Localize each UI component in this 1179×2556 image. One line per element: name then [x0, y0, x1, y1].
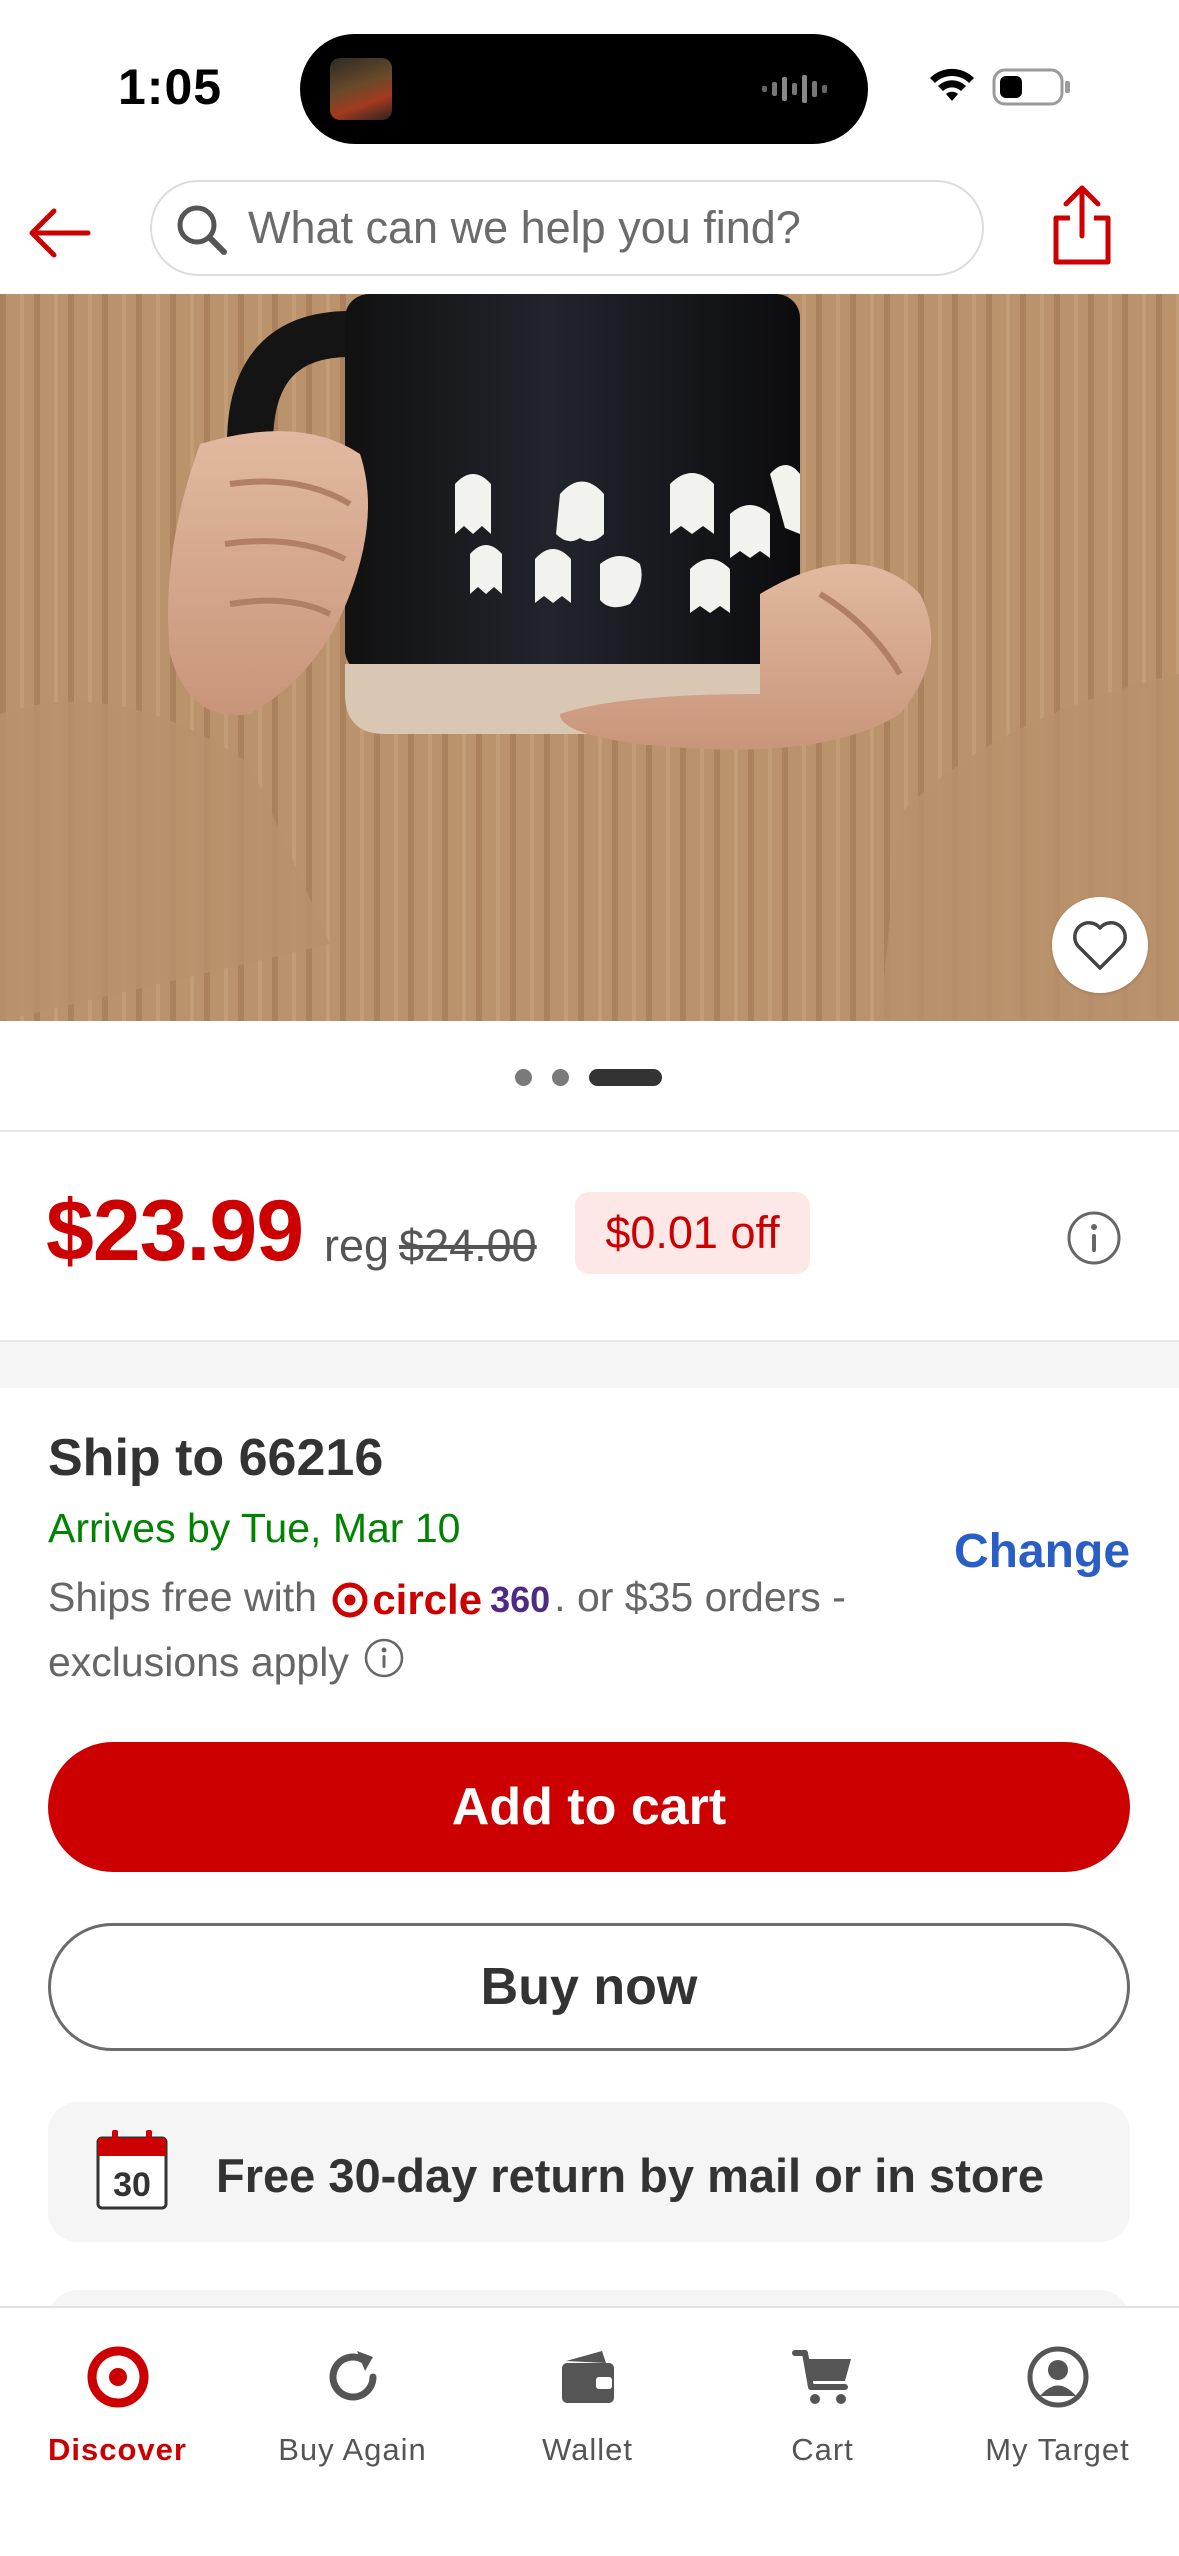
carousel-dot[interactable]	[515, 1069, 532, 1086]
favorite-button[interactable]	[1052, 897, 1148, 993]
nav-discover[interactable]: Discover	[0, 2328, 235, 2478]
divider	[0, 1130, 1179, 1132]
current-price: $23.99	[46, 1183, 304, 1279]
price-info-button[interactable]	[1066, 1210, 1122, 1266]
image-carousel-indicator[interactable]	[0, 1060, 1179, 1094]
header	[0, 170, 1179, 294]
wifi-icon	[930, 68, 974, 101]
free-shipping-note: Ships free with circle 360 . or $35 order…	[48, 1566, 888, 1696]
nav-buy-again[interactable]: Buy Again	[235, 2328, 470, 2478]
bullseye-icon	[87, 2346, 148, 2408]
nav-label: My Target	[985, 2432, 1130, 2467]
nav-label: Buy Again	[278, 2432, 427, 2467]
wallet-icon	[561, 2351, 614, 2403]
nav-cart[interactable]: Cart	[705, 2328, 940, 2478]
ship-to-title: Ship to 66216	[48, 1429, 384, 1487]
status-bar: 1:05	[0, 0, 1179, 170]
share-icon	[1053, 185, 1111, 265]
search-bar[interactable]	[150, 180, 984, 276]
heart-icon	[1073, 921, 1127, 970]
discount-badge: $0.01 off	[575, 1192, 810, 1274]
refresh-icon	[329, 2351, 376, 2401]
dynamic-island[interactable]	[300, 34, 868, 144]
circle-tier: 360	[490, 1579, 551, 1621]
info-icon	[364, 1639, 404, 1678]
regular-price-label: reg	[324, 1220, 390, 1271]
audio-waveform-icon	[762, 75, 827, 103]
regular-price-value: $24.00	[399, 1220, 537, 1271]
circle-word: circle	[372, 1576, 483, 1624]
nav-label: Wallet	[542, 2432, 633, 2467]
carousel-dot-active[interactable]	[589, 1069, 662, 1086]
nav-wallet[interactable]: Wallet	[470, 2328, 705, 2478]
nav-my-target[interactable]: My Target	[940, 2328, 1175, 2478]
return-policy-card[interactable]: 30 Free 30-day return by mail or in stor…	[48, 2102, 1130, 2242]
change-zip-link[interactable]: Change	[954, 1524, 1130, 1579]
share-button[interactable]	[1046, 184, 1118, 268]
search-icon	[177, 205, 227, 255]
regular-price: reg $24.00	[324, 1220, 537, 1272]
account-icon	[1027, 2346, 1088, 2408]
arrow-left-icon	[29, 208, 91, 258]
calendar-day: 30	[113, 2166, 151, 2204]
arrival-date: Arrives by Tue, Mar 10	[48, 1505, 461, 1551]
nav-label: Cart	[791, 2432, 854, 2467]
bottom-navigation: Discover Buy Again Wallet Cart My Target	[0, 2306, 1179, 2556]
shipping-info-button[interactable]	[363, 1634, 405, 1696]
info-icon	[1067, 1211, 1121, 1265]
carousel-dot[interactable]	[552, 1069, 569, 1086]
now-playing-artwork	[330, 58, 392, 120]
target-circle-360-logo: circle 360	[332, 1569, 550, 1631]
ghost-mug-photo	[0, 294, 1179, 1021]
nav-label: Discover	[48, 2432, 187, 2467]
status-time: 1:05	[118, 59, 223, 115]
ships-free-prefix: Ships free with	[48, 1574, 317, 1620]
battery-icon	[992, 68, 1070, 106]
buy-now-button[interactable]: Buy now	[48, 1923, 1130, 2051]
add-to-cart-button[interactable]: Add to cart	[48, 1742, 1130, 1872]
section-separator	[0, 1340, 1179, 1388]
calendar-icon: 30	[96, 2130, 168, 2210]
back-button[interactable]	[22, 198, 96, 268]
cart-icon	[791, 2350, 851, 2404]
product-image[interactable]	[0, 294, 1179, 1021]
bullseye-icon	[332, 1582, 368, 1618]
return-policy-text: Free 30-day return by mail or in store	[216, 2149, 1044, 2202]
search-input[interactable]	[248, 196, 948, 260]
